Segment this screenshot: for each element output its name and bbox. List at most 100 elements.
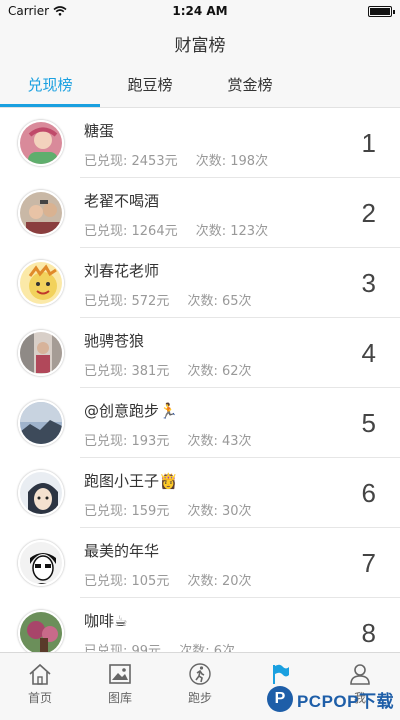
cashed-label: 已兑现:	[84, 154, 132, 169]
count-label: 次数:	[187, 364, 222, 379]
count-label: 次数:	[195, 224, 231, 239]
home-icon	[29, 663, 51, 685]
cashed-amount: 已兑现: 2453元	[84, 154, 178, 169]
user-name: 老翟不喝酒	[84, 192, 160, 210]
cashed-label: 已兑现:	[84, 434, 132, 449]
run-count: 次数: 62次	[187, 364, 251, 379]
nav-bar: 财富榜	[0, 22, 400, 62]
cashed-amount: 已兑现: 381元	[84, 364, 169, 379]
list-item[interactable]: 最美的年华 已兑现: 105元 次数: 20次 7	[0, 528, 400, 598]
cashed-amount: 已兑现: 193元	[84, 434, 169, 449]
user-stats: 已兑现: 572元 次数: 65次	[84, 290, 266, 309]
rank-number: 5	[361, 408, 376, 438]
cashed-amount: 已兑现: 159元	[84, 504, 169, 519]
rank-number: 2	[361, 198, 376, 228]
user-stats: 已兑现: 99元 次数: 6次	[84, 640, 249, 652]
count-value: 30次	[222, 504, 252, 519]
avatar	[18, 610, 64, 652]
tabbar-label: 首页	[27, 691, 52, 705]
run-count: 次数: 30次	[187, 504, 251, 519]
tab-run-beans[interactable]: 跑豆榜	[100, 74, 200, 95]
list-item[interactable]: 老翟不喝酒 已兑现: 1264元 次数: 123次 2	[0, 178, 400, 248]
user-stats: 已兑现: 1264元 次数: 123次	[84, 220, 282, 239]
tabbar-item-gallery[interactable]: 图库	[80, 663, 160, 706]
cashed-amount: 已兑现: 1264元	[84, 224, 178, 239]
gallery-icon	[109, 664, 131, 684]
cashed-label: 已兑现:	[84, 294, 132, 309]
flag-icon	[273, 664, 289, 684]
run-icon	[189, 663, 211, 685]
user-name: 咖啡☕	[84, 612, 128, 630]
list-item[interactable]: 咖啡☕ 已兑现: 99元 次数: 6次 8	[0, 598, 400, 652]
cashed-amount: 已兑现: 99元	[84, 644, 161, 652]
run-count: 次数: 123次	[196, 224, 268, 239]
cashed-amount: 已兑现: 572元	[84, 294, 169, 309]
cashed-value: 2453元	[131, 154, 178, 169]
user-stats: 已兑现: 381元 次数: 62次	[84, 360, 266, 379]
ranking-list[interactable]: 糖蛋 已兑现: 2453元 次数: 198次 1 老翟不喝酒 已兑现: 1264…	[0, 108, 400, 652]
cashed-label: 已兑现:	[84, 364, 132, 379]
active-tab-indicator	[0, 104, 100, 107]
count-value: 198次	[230, 154, 269, 169]
cashed-value: 572元	[131, 294, 170, 309]
avatar	[18, 190, 64, 236]
rank-number: 3	[361, 268, 376, 298]
rank-number: 1	[361, 128, 376, 158]
avatar	[18, 540, 64, 586]
cashed-value: 159元	[131, 504, 170, 519]
count-label: 次数:	[187, 574, 222, 589]
count-value: 62次	[222, 364, 252, 379]
cashed-label: 已兑现:	[84, 644, 132, 652]
watermark: P PCPOP下载	[266, 686, 394, 712]
count-value: 43次	[222, 434, 252, 449]
tabbar-label: 图库	[107, 691, 132, 705]
user-stats: 已兑现: 2453元 次数: 198次	[84, 150, 282, 169]
cashed-label: 已兑现:	[84, 504, 132, 519]
user-stats: 已兑现: 105元 次数: 20次	[84, 570, 266, 589]
user-icon	[350, 664, 370, 685]
status-time: 1:24 AM	[172, 4, 228, 18]
count-label: 次数:	[187, 504, 222, 519]
list-item[interactable]: 驰骋苍狼 已兑现: 381元 次数: 62次 4	[0, 318, 400, 388]
tab-cashed[interactable]: 兑现榜	[0, 74, 100, 95]
cashed-value: 193元	[131, 434, 170, 449]
count-label: 次数:	[187, 294, 222, 309]
run-count: 次数: 43次	[187, 434, 251, 449]
list-item[interactable]: 糖蛋 已兑现: 2453元 次数: 198次 1	[0, 108, 400, 178]
status-bar: Carrier 1:24 AM	[0, 0, 400, 22]
count-label: 次数:	[195, 154, 231, 169]
count-value: 123次	[230, 224, 269, 239]
count-label: 次数:	[179, 644, 214, 652]
list-item[interactable]: 跑图小王子👸 已兑现: 159元 次数: 30次 6	[0, 458, 400, 528]
count-label: 次数:	[187, 434, 222, 449]
tabbar-item-home[interactable]: 首页	[0, 663, 80, 706]
user-name: 糖蛋	[84, 122, 115, 140]
user-name: 驰骋苍狼	[84, 332, 145, 350]
avatar	[18, 260, 64, 306]
rank-number: 7	[361, 548, 376, 578]
cashed-value: 1264元	[131, 224, 178, 239]
count-value: 65次	[222, 294, 252, 309]
tabbar-item-run[interactable]: 跑步	[160, 663, 240, 706]
user-name: @创意跑步🏃	[84, 402, 178, 420]
count-value: 20次	[222, 574, 252, 589]
avatar	[18, 470, 64, 516]
avatar	[18, 400, 64, 446]
list-item[interactable]: @创意跑步🏃 已兑现: 193元 次数: 43次 5	[0, 388, 400, 458]
battery-icon	[368, 6, 395, 17]
rank-number: 8	[361, 618, 376, 648]
user-name: 跑图小王子👸	[84, 472, 178, 490]
cashed-value: 99元	[131, 644, 162, 652]
count-value: 6次	[213, 644, 235, 652]
user-stats: 已兑现: 193元 次数: 43次	[84, 430, 266, 449]
avatar	[18, 120, 64, 166]
watermark-logo: P	[266, 686, 293, 712]
tabbar-label: 跑步	[187, 691, 212, 705]
rank-number: 4	[361, 338, 376, 368]
run-count: 次数: 6次	[179, 644, 235, 652]
tab-bounty[interactable]: 赏金榜	[200, 74, 300, 95]
cashed-label: 已兑现:	[84, 224, 132, 239]
run-count: 次数: 65次	[187, 294, 251, 309]
avatar	[18, 330, 64, 376]
list-item[interactable]: 刘春花老师 已兑现: 572元 次数: 65次 3	[0, 248, 400, 318]
